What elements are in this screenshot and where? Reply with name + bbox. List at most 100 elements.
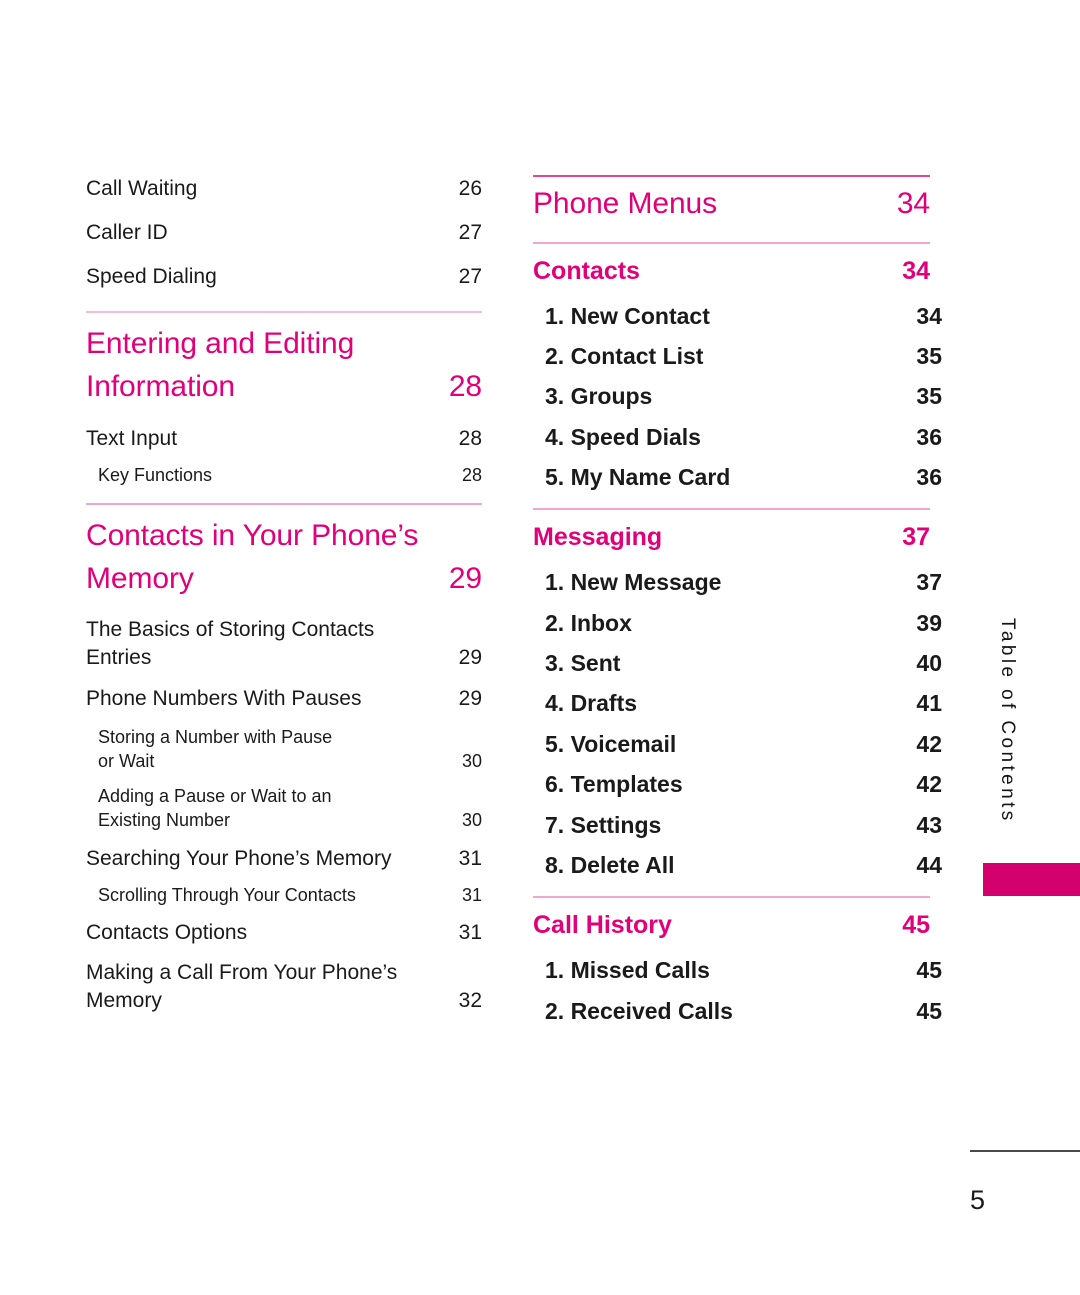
toc-chapter-entering-and-editing[interactable]: Entering and Editing Information 28 [86,323,482,408]
toc-subentry[interactable]: Storing a Number with Pause or Wait 30 [86,725,482,774]
toc-entry-label: Contacts Options [86,921,248,945]
toc-entry[interactable]: Text Input 28 [86,425,482,453]
toc-entry-page: 31 [458,921,482,945]
toc-menu-item[interactable]: 5. Voicemail 42 [533,729,942,759]
side-tab-marker [983,863,1080,896]
toc-menu-item[interactable]: 7. Settings 43 [533,810,942,840]
toc-subentry-label-line1: Adding a Pause or Wait to an [98,785,332,806]
toc-menu-item-page: 44 [916,851,942,878]
toc-menu-item-label: 2. Contact List [545,342,704,369]
section-title: Call History [533,911,672,940]
section-page: 37 [902,523,930,552]
toc-entry[interactable]: Call Waiting 26 [86,175,482,203]
toc-menu-item[interactable]: 5. My Name Card 36 [533,462,942,492]
toc-menu-item[interactable]: 2. Contact List 35 [533,341,942,371]
toc-entry[interactable]: Speed Dialing 27 [86,263,482,291]
toc-entry[interactable]: Phone Numbers With Pauses 29 [86,685,482,713]
toc-menu-item-label: 2. Inbox [545,609,632,636]
toc-entry-label: Text Input [86,426,178,450]
toc-entry-label: Call Waiting [86,177,198,200]
toc-menu-item[interactable]: 3. Sent 40 [533,648,942,678]
toc-section-call-history[interactable]: Call History 45 [533,908,930,943]
toc-menu-item-label: 8. Delete All [545,851,675,878]
section-page: 45 [902,911,930,940]
toc-menu-item-page: 41 [916,690,942,717]
chapter-page: 29 [448,561,482,595]
toc-section-messaging[interactable]: Messaging 37 [533,520,930,555]
toc-subentry[interactable]: Key Functions 28 [86,463,482,487]
toc-entry[interactable]: The Basics of Storing Contacts Entries 2… [86,616,482,672]
toc-section-contacts[interactable]: Contacts 34 [533,254,930,289]
section-title: Messaging [533,523,663,552]
toc-chapter-contacts-in-your-phones-memory[interactable]: Contacts in Your Phone’s Memory 29 [86,515,482,600]
toc-menu-item-label: 4. Drafts [545,690,638,717]
toc-menu-item[interactable]: 2. Received Calls 45 [533,996,942,1026]
toc-page: Call Waiting 26 Caller ID 27 Speed Diali… [0,0,1080,1295]
toc-menu-item[interactable]: 1. New Contact 34 [533,301,942,331]
toc-menu-item-page: 37 [916,569,942,596]
toc-chapter-phone-menus[interactable]: Phone Menus 34 [533,183,930,226]
toc-menu-item-page: 42 [916,730,942,757]
toc-menu-item[interactable]: 8. Delete All 44 [533,850,942,880]
toc-entry-label-line1: The Basics of Storing Contacts [86,618,375,642]
toc-menu-item-label: 7. Settings [545,811,662,838]
toc-menu-item[interactable]: 4. Drafts 41 [533,688,942,718]
toc-subentry[interactable]: Adding a Pause or Wait to an Existing Nu… [86,784,482,833]
chapter-page: 28 [448,369,482,403]
toc-menu-item-page: 42 [916,771,942,798]
toc-entry-label-line2: Memory [86,989,162,1013]
toc-menu-item-page: 40 [916,650,942,677]
chapter-title: Phone Menus [533,187,718,220]
toc-menu-item-page: 36 [916,464,942,491]
chapter-title-line1: Contacts in Your Phone’s [86,519,419,553]
toc-menu-item-label: 4. Speed Dials [545,423,701,450]
toc-entry[interactable]: Making a Call From Your Phone’s Memory 3… [86,959,482,1015]
toc-subentry-page: 30 [461,751,482,772]
toc-entry[interactable]: Contacts Options 31 [86,919,482,947]
toc-menu-item[interactable]: 1. Missed Calls 45 [533,955,942,985]
chapter-title-line2: Memory [86,561,194,595]
toc-menu-item[interactable]: 3. Groups 35 [533,381,942,411]
toc-subentry-page: 30 [461,810,482,831]
toc-menu-item-label: 1. New Contact [545,302,710,329]
toc-menu-item[interactable]: 4. Speed Dials 36 [533,422,942,452]
section-page: 34 [902,256,930,285]
toc-menu-item[interactable]: 6. Templates 42 [533,769,942,799]
toc-menu-item[interactable]: 1. New Message 37 [533,567,942,597]
toc-menu-item[interactable]: 2. Inbox 39 [533,608,942,638]
side-tab-label: Table of Contents [997,618,1018,824]
chapter-title-line1: Entering and Editing [86,327,355,361]
chapter-title-line2: Information [86,369,235,403]
toc-entry[interactable]: Searching Your Phone’s Memory 31 [86,845,482,873]
toc-menu-item-label: 5. Voicemail [545,730,677,757]
toc-left-column: Call Waiting 26 Caller ID 27 Speed Diali… [86,175,482,1016]
toc-entry[interactable]: Caller ID 27 [86,219,482,247]
toc-entry-label: Phone Numbers With Pauses [86,686,362,710]
toc-entry-label-line1: Making a Call From Your Phone’s [86,961,398,985]
toc-entry-page: 27 [458,221,482,245]
toc-menu-item-page: 35 [916,383,942,410]
toc-subentry[interactable]: Scrolling Through Your Contacts 31 [86,883,482,907]
